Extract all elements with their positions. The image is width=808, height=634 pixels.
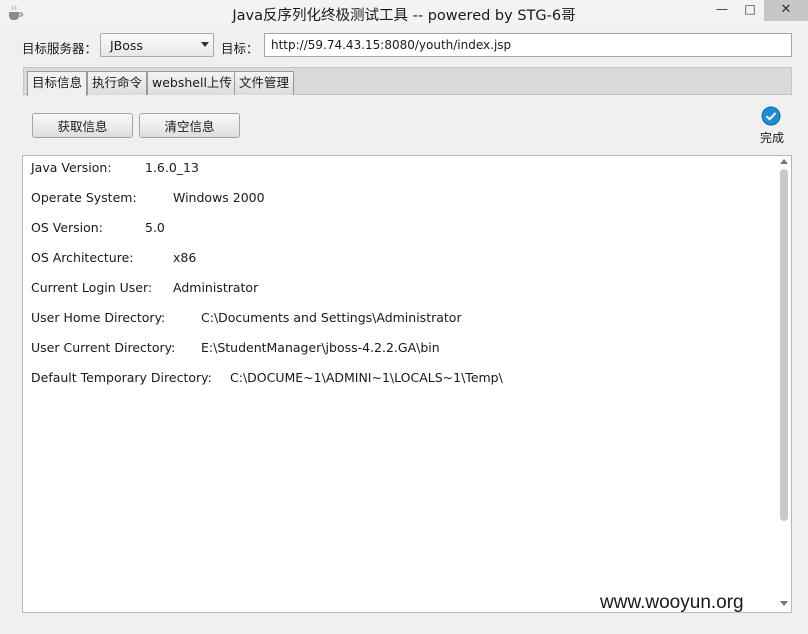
maximize-button[interactable]: □ (736, 0, 764, 21)
output-text-area[interactable]: Java Version: 1.6.0_13 Operate System: W… (22, 155, 792, 613)
status-text: 完成 (759, 131, 784, 145)
scroll-up-icon[interactable] (780, 159, 788, 164)
window-title: Java反序列化终极测试工具 -- powered by STG-6哥 (232, 8, 576, 24)
watermark: www.wooyun.org (600, 592, 744, 613)
server-select-value: JBoss (110, 38, 143, 53)
check-circle-icon (761, 106, 781, 126)
info-key: OS Version: (31, 220, 103, 235)
tab-webshell-upload[interactable]: webshell上传 (147, 71, 237, 95)
vertical-scrollbar[interactable] (778, 157, 790, 611)
info-value: 1.6.0_13 (145, 160, 199, 175)
minimize-button[interactable]: — (708, 0, 736, 21)
info-value: Administrator (173, 280, 259, 295)
scrollbar-thumb[interactable] (780, 169, 788, 521)
info-key: Default Temporary Directory: (31, 370, 212, 385)
info-value: 5.0 (145, 220, 165, 235)
tab-target-info[interactable]: 目标信息 (27, 71, 88, 96)
info-key: OS Architecture: (31, 250, 134, 265)
chevron-down-icon (201, 42, 209, 47)
tab-execute-command[interactable]: 执行命令 (87, 71, 148, 95)
info-key: Operate System: (31, 190, 137, 205)
info-value: Windows 2000 (173, 190, 265, 205)
url-input[interactable] (264, 33, 792, 57)
info-value: C:\DOCUME~1\ADMINI~1\LOCALS~1\Temp\ (230, 370, 503, 385)
close-button[interactable]: ✕ (764, 0, 808, 21)
tab-file-manager[interactable]: 文件管理 (234, 71, 295, 95)
title-bar: Java反序列化终极测试工具 -- powered by STG-6哥 — □ … (0, 0, 808, 26)
info-value: C:\Documents and Settings\Administrator (201, 310, 462, 325)
info-key: User Current Directory: (31, 340, 176, 355)
clear-info-button[interactable]: 清空信息 (139, 113, 240, 138)
target-row: 目标服务器： JBoss 目标： (0, 30, 808, 60)
server-select[interactable]: JBoss (100, 33, 214, 57)
info-key: Java Version: (31, 160, 112, 175)
info-value: E:\StudentManager\jboss-4.2.2.GA\bin (201, 340, 440, 355)
scroll-down-icon[interactable] (780, 601, 788, 606)
get-info-button[interactable]: 获取信息 (32, 113, 133, 138)
info-row: Default Temporary Directory: C:\DOCUME~1… (31, 370, 503, 430)
info-key: User Home Directory: (31, 310, 166, 325)
app-window: Java反序列化终极测试工具 -- powered by STG-6哥 — □ … (0, 0, 808, 634)
url-label: 目标： (221, 41, 259, 56)
server-label: 目标服务器： (22, 41, 98, 56)
info-value: x86 (173, 250, 197, 265)
info-key: Current Login User: (31, 280, 153, 295)
